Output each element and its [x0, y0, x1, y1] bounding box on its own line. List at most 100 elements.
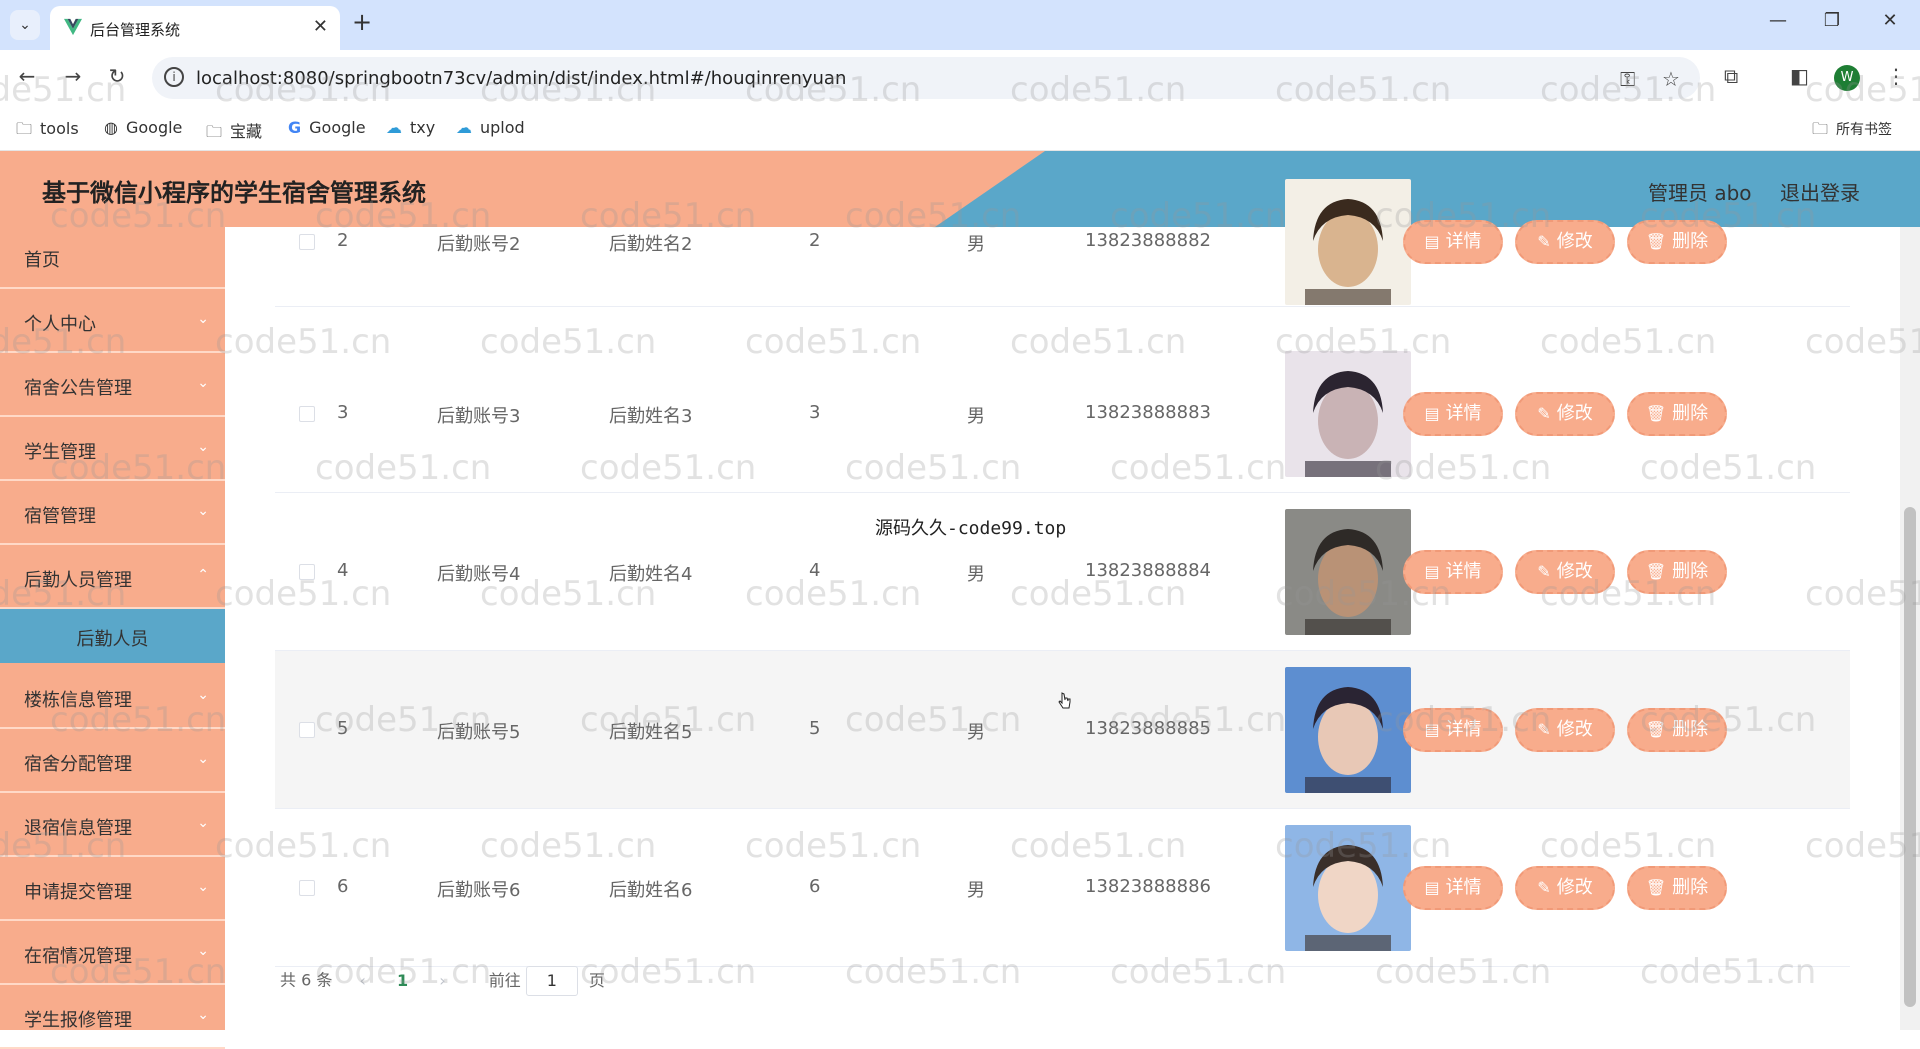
- row-checkbox[interactable]: [299, 564, 315, 580]
- bookmarks-bar: 🗀 tools ◍ Google 🗀 宝藏 G Google ☁ txy ☁ uplod 🗀…: [0, 106, 1920, 151]
- edit-button[interactable]: ✎ 修改: [1515, 708, 1615, 752]
- row-checkbox[interactable]: [299, 722, 315, 738]
- pencil-icon: ✎: [1537, 878, 1551, 897]
- sidebar-item-checkout[interactable]: 退宿信息管理 ⌄: [0, 795, 225, 857]
- sidebar-item-notices[interactable]: 宿舍公告管理 ⌄: [0, 355, 225, 417]
- sidebar: 首页 个人中心 ⌄ 宿舍公告管理 ⌄ 学生管理 ⌄ 宿管管理 ⌄ 后勤人员管理 ⌃ 后勤人…: [0, 227, 225, 1049]
- delete-button-label: 删除: [1672, 231, 1709, 252]
- chevron-down-icon: ⌄: [197, 879, 209, 895]
- row-checkbox[interactable]: [299, 406, 315, 422]
- chevron-down-icon: ⌄: [197, 751, 209, 767]
- sidebar-item-buildings[interactable]: 楼栋信息管理 ⌄: [0, 667, 225, 729]
- next-page-icon[interactable]: ›: [439, 971, 445, 990]
- bookmark-item[interactable]: 🗀 tools: [16, 118, 79, 145]
- delete-button[interactable]: 🗑 删除: [1627, 392, 1727, 436]
- detail-button-label: 详情: [1445, 561, 1482, 582]
- detail-button[interactable]: ▤ 详情: [1403, 392, 1503, 436]
- delete-button[interactable]: 🗑 删除: [1627, 866, 1727, 910]
- edit-button[interactable]: ✎ 修改: [1515, 866, 1615, 910]
- trash-icon: 🗑: [1645, 878, 1667, 897]
- sidebar-item-logistics[interactable]: 后勤人员管理 ⌃: [0, 547, 225, 609]
- menu-dots-icon[interactable]: ⋮: [1886, 64, 1906, 88]
- profile-avatar[interactable]: W: [1834, 65, 1860, 91]
- new-tab-icon[interactable]: +: [352, 8, 372, 36]
- detail-button[interactable]: ▤ 详情: [1403, 220, 1503, 264]
- prev-page-icon[interactable]: ‹: [359, 971, 365, 990]
- sidebar-item-profile[interactable]: 个人中心 ⌄: [0, 291, 225, 353]
- sidebar-item-home[interactable]: 首页: [0, 227, 225, 289]
- cell-phone: 13823888885: [1085, 718, 1211, 739]
- row-checkbox[interactable]: [299, 234, 315, 250]
- browser-toolbar: ← → ↻ i localhost:8080/springbootn73cv/a…: [0, 50, 1920, 106]
- sidebar-item-dorm-managers[interactable]: 宿管管理 ⌄: [0, 483, 225, 545]
- bookmark-star-icon[interactable]: ☆: [1662, 67, 1680, 91]
- sidebar-subitem-logistics-staff[interactable]: 后勤人员: [0, 609, 225, 663]
- minimize-icon[interactable]: —: [1758, 10, 1798, 31]
- bookmark-item[interactable]: ◍ Google: [104, 118, 182, 137]
- document-icon: ▤: [1424, 404, 1440, 423]
- cell-age: 4: [809, 560, 821, 581]
- browser-tab[interactable]: 后台管理系统 ✕: [50, 6, 340, 50]
- table-row: 5 后勤账号5 后勤姓名5 5 男 13823888885 ▤ 详情 ✎ 修改 🗑 删除: [275, 651, 1850, 809]
- cloud-icon: ☁: [386, 118, 402, 137]
- mouse-cursor-icon: [1058, 692, 1071, 709]
- sidebar-item-repairs[interactable]: 学生报修管理 ⌄: [0, 987, 225, 1049]
- edit-button[interactable]: ✎ 修改: [1515, 220, 1615, 264]
- delete-button[interactable]: 🗑 删除: [1627, 550, 1727, 594]
- detail-button[interactable]: ▤ 详情: [1403, 550, 1503, 594]
- cell-gender: 男: [967, 722, 985, 743]
- detail-button[interactable]: ▤ 详情: [1403, 866, 1503, 910]
- cell-gender: 男: [967, 564, 985, 585]
- scrollbar[interactable]: [1900, 227, 1920, 1030]
- restore-icon[interactable]: ❐: [1812, 10, 1852, 31]
- forward-arrow-icon[interactable]: →: [58, 64, 88, 88]
- cell-phone: 13823888884: [1085, 560, 1211, 581]
- window-close-icon[interactable]: ✕: [1870, 10, 1910, 31]
- bookmark-item[interactable]: ☁ uplod: [456, 118, 525, 137]
- chevron-down-icon: ⌄: [197, 815, 209, 831]
- sidebar-item-students[interactable]: 学生管理 ⌄: [0, 419, 225, 481]
- chevron-down-icon: ⌄: [197, 439, 209, 455]
- site-info-icon[interactable]: i: [164, 67, 184, 87]
- avatar-photo: [1285, 825, 1411, 951]
- sidebar-item-applications[interactable]: 申请提交管理 ⌄: [0, 859, 225, 921]
- edit-button[interactable]: ✎ 修改: [1515, 550, 1615, 594]
- pencil-icon: ✎: [1537, 232, 1551, 251]
- goto-page-input[interactable]: 1: [525, 966, 578, 996]
- delete-button[interactable]: 🗑 删除: [1627, 220, 1727, 264]
- chevron-down-icon: ⌄: [197, 687, 209, 703]
- cell-account: 后勤账号5: [437, 722, 521, 743]
- detail-button[interactable]: ▤ 详情: [1403, 708, 1503, 752]
- extensions-icon[interactable]: ⧉: [1724, 64, 1738, 88]
- all-bookmarks[interactable]: 🗀 所有书签: [1812, 118, 1892, 145]
- tab-search-chevron-icon[interactable]: ⌄: [10, 10, 40, 40]
- page-number[interactable]: 1: [397, 971, 408, 990]
- cell-name: 后勤姓名2: [609, 234, 693, 255]
- edit-button-label: 修改: [1556, 403, 1593, 424]
- cell-index: 4: [337, 560, 349, 581]
- row-checkbox[interactable]: [299, 880, 315, 896]
- bookmark-item[interactable]: G Google: [288, 118, 366, 137]
- side-panel-icon[interactable]: ◧: [1790, 64, 1809, 88]
- edit-button[interactable]: ✎ 修改: [1515, 392, 1615, 436]
- trash-icon: 🗑: [1645, 404, 1667, 423]
- delete-button-label: 删除: [1672, 403, 1709, 424]
- chevron-down-icon: ⌄: [197, 503, 209, 519]
- sidebar-item-residence[interactable]: 在宿情况管理 ⌄: [0, 923, 225, 985]
- folder-icon: 🗀: [1812, 119, 1829, 138]
- scrollbar-thumb[interactable]: [1904, 507, 1916, 1007]
- cell-account: 后勤账号4: [437, 564, 521, 585]
- address-bar[interactable]: i localhost:8080/springbootn73cv/admin/d…: [152, 57, 1700, 99]
- sidebar-item-allocation[interactable]: 宿舍分配管理 ⌄: [0, 731, 225, 793]
- trash-icon: 🗑: [1645, 232, 1667, 251]
- tab-close-icon[interactable]: ✕: [313, 16, 328, 37]
- reload-icon[interactable]: ↻: [102, 64, 132, 88]
- globe-icon: ◍: [104, 118, 118, 137]
- password-key-icon[interactable]: ⚿: [1620, 67, 1635, 91]
- bookmark-item[interactable]: ☁ txy: [386, 118, 435, 137]
- bookmark-item[interactable]: 🗀 宝藏: [206, 118, 262, 148]
- delete-button[interactable]: 🗑 删除: [1627, 708, 1727, 752]
- back-arrow-icon[interactable]: ←: [12, 64, 42, 88]
- url-text[interactable]: localhost:8080/springbootn73cv/admin/dis…: [196, 68, 846, 89]
- cell-phone: 13823888886: [1085, 876, 1211, 897]
